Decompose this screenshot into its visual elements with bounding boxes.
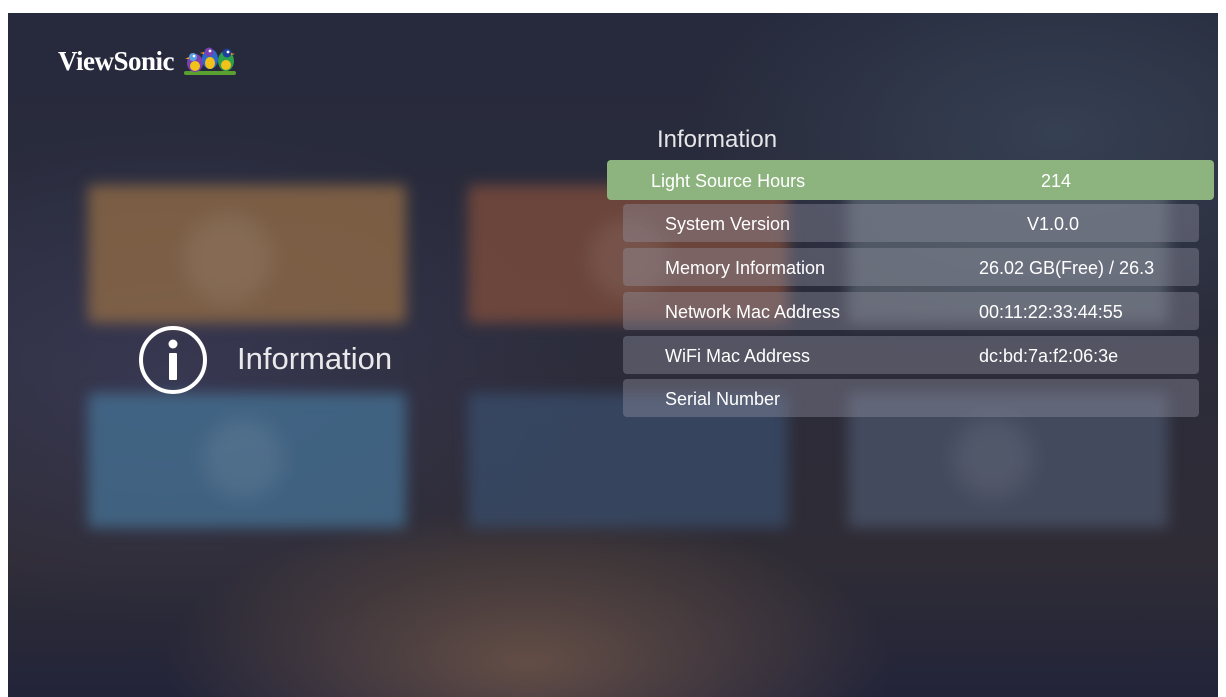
info-row-wifi-mac-address[interactable]: WiFi Mac Address dc:bd:7a:f2:06:3e — [623, 336, 1199, 374]
row-value: 26.02 GB(Free) / 26.3 — [979, 258, 1155, 278]
panel-title: Information — [657, 126, 778, 153]
row-value: V1.0.0 — [1027, 214, 1080, 234]
row-label: WiFi Mac Address — [665, 346, 811, 366]
bg-glow — [203, 418, 283, 498]
row-label: Network Mac Address — [665, 302, 841, 322]
bg-glow — [953, 418, 1033, 498]
info-row-network-mac-address[interactable]: Network Mac Address 00:11:22:33:44:55 — [623, 292, 1199, 330]
brand-logo: ViewSonic — [58, 41, 238, 81]
row-label: Light Source Hours — [651, 171, 806, 191]
row-value: 214 — [1041, 171, 1072, 191]
viewsonic-birds-logo-icon — [184, 47, 236, 75]
row-value: 00:11:22:33:44:55 — [979, 302, 1123, 322]
section-title: Information — [237, 341, 393, 376]
info-circle-icon — [139, 326, 207, 394]
projector-screen: ViewSonic Information Information Light … — [8, 13, 1218, 697]
info-row-memory-information[interactable]: Memory Information 26.02 GB(Free) / 26.3 — [623, 248, 1199, 286]
bg-glow — [183, 213, 273, 303]
row-label: Memory Information — [665, 258, 826, 278]
info-row-light-source-hours[interactable]: Light Source Hours 214 — [607, 160, 1214, 200]
row-value: dc:bd:7a:f2:06:3e — [979, 346, 1119, 366]
info-row-system-version[interactable]: System Version V1.0.0 — [623, 204, 1199, 242]
brand-name: ViewSonic — [58, 45, 175, 76]
info-row-serial-number[interactable]: Serial Number — [623, 379, 1199, 417]
row-label: Serial Number — [665, 389, 781, 409]
row-label: System Version — [665, 214, 791, 234]
